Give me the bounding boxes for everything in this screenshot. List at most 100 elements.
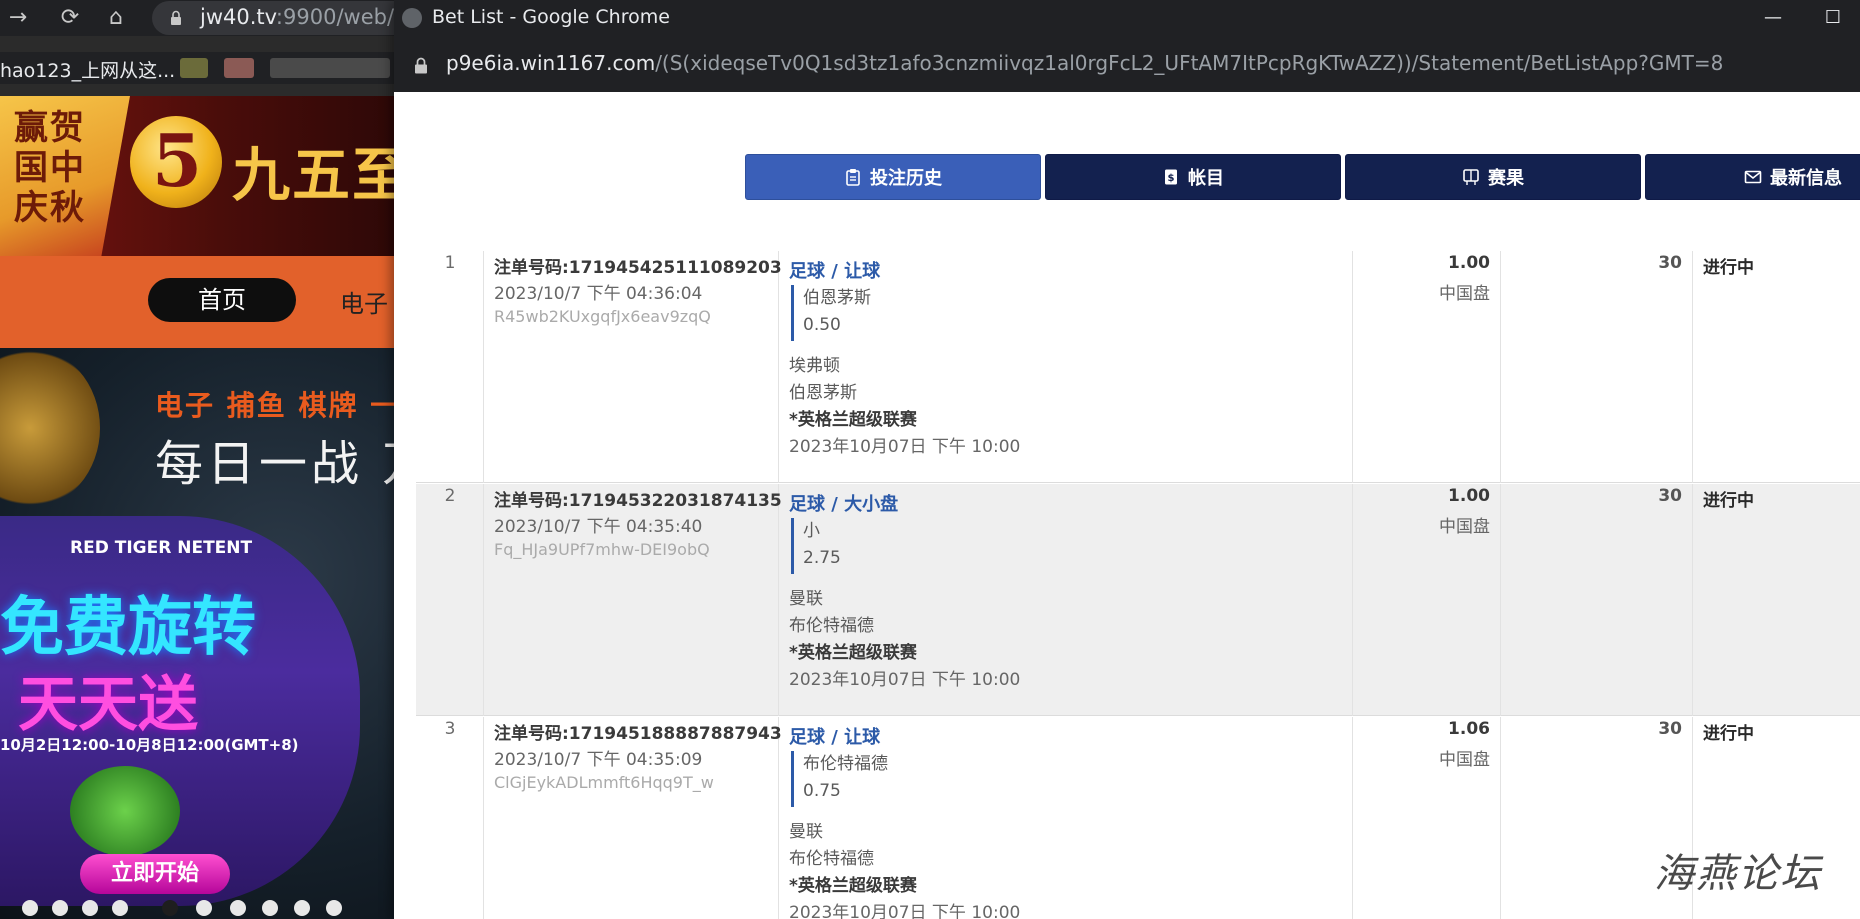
bet-ref-number: 注单号码:171945322031874135: [494, 491, 782, 511]
carousel-dot-active[interactable]: [162, 900, 178, 916]
bet-odds-cell: 1.06 中国盘: [1353, 717, 1501, 919]
tab-bet-history[interactable]: 投注历史: [745, 154, 1041, 200]
mail-icon: [1744, 170, 1762, 184]
league-name: *英格兰超级联赛: [789, 876, 917, 896]
table-row[interactable]: 1 注单号码:171945425111089203 2023/10/7 下午 0…: [416, 251, 1860, 483]
hero-gold-decoration: [0, 348, 100, 508]
popup-address-bar[interactable]: p9e6ia.win1167.com/(S(xideqseTv0Q1sd3tz1…: [394, 36, 1860, 92]
bet-handicap: 2.75: [803, 548, 841, 568]
bet-type: 足球 / 让球: [789, 261, 881, 282]
bet-stake-cell: 30: [1501, 484, 1693, 716]
tab-bet-history-label: 投注历史: [870, 168, 942, 189]
match-date: 2023年10月07日 下午 10:00: [789, 903, 1021, 919]
bookmark-favicon[interactable]: [180, 58, 208, 78]
bookmark-hao123[interactable]: hao123_上网从这...: [0, 56, 175, 83]
site-nav-electronic[interactable]: 电子: [340, 284, 388, 319]
promo-banner[interactable]: RED TIGER NETENT 免费旋转 天天送 10月2日12:00-10月…: [0, 516, 360, 906]
bet-type: 足球 / 让球: [789, 727, 881, 748]
away-team: 布伦特福德: [789, 849, 874, 869]
bet-time: 2023/10/7 下午 04:35:09: [494, 750, 703, 770]
status-badge: 进行中: [1703, 491, 1754, 511]
carousel-dot[interactable]: [326, 900, 342, 916]
bet-status-cell: 进行中: [1693, 484, 1860, 716]
bet-pick: 布伦特福德: [803, 754, 888, 774]
carousel-dot[interactable]: [82, 900, 98, 916]
carousel-dots: [0, 898, 400, 918]
reload-icon[interactable]: ⟳: [56, 4, 84, 32]
bet-selection: 布伦特福德 0.75: [791, 751, 888, 807]
popup-url-host: p9e6ia.win1167.com: [446, 51, 656, 75]
league-name: *英格兰超级联赛: [789, 643, 917, 663]
background-url-host: jw40.tv: [200, 5, 276, 29]
home-team: 曼联: [789, 822, 823, 842]
tab-statement-label: 帐目: [1188, 168, 1224, 189]
popup-title-bar[interactable]: Bet List - Google Chrome — ☐: [394, 0, 1860, 36]
hero-slogan: 每日一战 万: [155, 436, 400, 492]
bet-index: 2: [444, 486, 456, 506]
odds-type: 中国盘: [1439, 517, 1490, 537]
bet-selection: 伯恩茅斯 0.50: [791, 285, 871, 341]
tab-statement[interactable]: $ 帐目: [1045, 154, 1341, 200]
carousel-dot[interactable]: [230, 900, 246, 916]
bookmark-favicon[interactable]: [224, 58, 254, 78]
bet-code: R45wb2KUxgqfJx6eav9zqQ: [494, 307, 711, 326]
home-team: 埃弗顿: [789, 356, 840, 376]
carousel-dot[interactable]: [112, 900, 128, 916]
site-logo-digit: 5: [152, 118, 203, 203]
bet-list-window: Bet List - Google Chrome — ☐ p9e6ia.win1…: [394, 0, 1860, 919]
tab-latest-news[interactable]: 最新信息: [1645, 154, 1860, 200]
carousel-dot[interactable]: [196, 900, 212, 916]
carousel-dot[interactable]: [52, 900, 68, 916]
bet-detail-cell: 足球 / 让球 布伦特福德 0.75 曼联 布伦特福德 *英格兰超级联赛 202…: [779, 717, 1353, 919]
table-row[interactable]: 3 注单号码:171945188887887943 2023/10/7 下午 0…: [416, 717, 1860, 919]
promo-subtitle: 天天送: [18, 670, 198, 740]
site-logo-text: 九五至: [232, 141, 400, 209]
site-favicon-icon: [402, 8, 422, 28]
bet-index-cell: 1: [416, 251, 484, 483]
away-team: 布伦特福德: [789, 616, 874, 636]
bet-handicap: 0.50: [803, 315, 841, 335]
site-nav-home[interactable]: 首页: [148, 278, 296, 322]
bet-code: Fq_HJa9UPf7mhw-DEI9obQ: [494, 540, 710, 559]
tab-results-label: 赛果: [1488, 168, 1524, 189]
tab-results[interactable]: 赛果: [1345, 154, 1641, 200]
table-row[interactable]: 2 注单号码:171945322031874135 2023/10/7 下午 0…: [416, 484, 1860, 716]
promo-date: 10月2日12:00-10月8日12:00(GMT+8): [0, 736, 299, 754]
background-website: 赢贺国中庆秋 5 九五至 首页 电子 电子 捕鱼 棋牌 一 每日一战 万 RED…: [0, 96, 400, 919]
bet-stake: 30: [1658, 253, 1682, 273]
frog-mascot-icon: [70, 766, 180, 856]
carousel-dot[interactable]: [294, 900, 310, 916]
odds-type: 中国盘: [1439, 750, 1490, 770]
bet-index-cell: 3: [416, 717, 484, 919]
match-date: 2023年10月07日 下午 10:00: [789, 437, 1021, 457]
bet-selection: 小 2.75: [791, 518, 841, 574]
carousel-dot[interactable]: [22, 900, 38, 916]
bet-time: 2023/10/7 下午 04:35:40: [494, 517, 703, 537]
maximize-icon[interactable]: ☐: [1818, 4, 1848, 32]
bet-detail-cell: 足球 / 让球 伯恩茅斯 0.50 埃弗顿 伯恩茅斯 *英格兰超级联赛 2023…: [779, 251, 1353, 483]
bet-odds: 1.00: [1448, 253, 1490, 273]
promo-brand: RED TIGER NETENT: [70, 538, 253, 558]
bet-stake: 30: [1658, 719, 1682, 739]
bet-ref-cell: 注单号码:171945322031874135 2023/10/7 下午 04:…: [484, 484, 782, 716]
bet-odds: 1.06: [1448, 719, 1490, 739]
bet-code: ClGjEykADLmmft6Hqq9T_w: [494, 773, 714, 792]
promo-start-button[interactable]: 立即开始: [80, 854, 230, 894]
bet-ref-cell: 注单号码:171945425111089203 2023/10/7 下午 04:…: [484, 251, 782, 483]
bet-index: 3: [444, 719, 456, 739]
svg-text:$: $: [1168, 173, 1175, 184]
carousel-dot[interactable]: [262, 900, 278, 916]
bookmark-blurred[interactable]: [270, 58, 390, 78]
bet-type: 足球 / 大小盘: [789, 494, 899, 515]
home-icon[interactable]: ⌂: [102, 4, 130, 32]
league-name: *英格兰超级联赛: [789, 410, 917, 430]
forum-watermark: 海燕论坛: [1654, 851, 1822, 897]
minimize-icon[interactable]: —: [1758, 4, 1788, 32]
background-bookmarks-bar: hao123_上网从这...: [0, 52, 400, 84]
bet-status-cell: 进行中: [1693, 251, 1860, 483]
bet-detail-cell: 足球 / 大小盘 小 2.75 曼联 布伦特福德 *英格兰超级联赛 2023年1…: [779, 484, 1353, 716]
forward-icon[interactable]: →: [4, 4, 32, 32]
bet-pick: 伯恩茅斯: [803, 288, 871, 308]
scoreboard-icon: [1463, 169, 1479, 185]
popup-url-path: /(S(xideqseTv0Q1sd3tz1afo3cnzmiivqz1al0r…: [655, 51, 1724, 75]
